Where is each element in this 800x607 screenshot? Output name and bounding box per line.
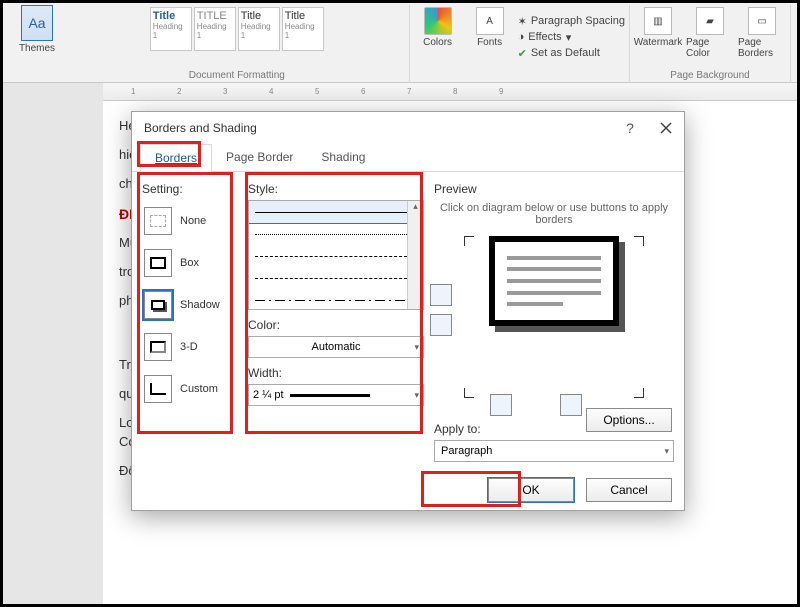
style-gallery-item[interactable]: TitleHeading 1 <box>238 7 280 51</box>
style-dashed-small[interactable] <box>249 245 423 267</box>
style-dash-dot[interactable] <box>249 289 423 310</box>
setting-none[interactable]: None <box>142 200 242 242</box>
watermark-button[interactable]: ▥Watermark <box>634 7 682 67</box>
style-label: Style: <box>248 182 424 196</box>
page-borders-button[interactable]: ▭Page Borders <box>738 7 786 67</box>
watermark-icon: ▥ <box>644 7 672 35</box>
spacing-icon: ✶ <box>518 15 527 28</box>
color-combo[interactable]: Automatic <box>248 336 424 358</box>
border-top-toggle[interactable] <box>430 284 452 306</box>
tab-page-border[interactable]: Page Border <box>212 144 307 171</box>
set-default-button[interactable]: ✔Set as Default <box>518 45 625 61</box>
scrollbar[interactable]: ▴ <box>407 201 423 309</box>
ok-button[interactable]: OK <box>488 478 574 502</box>
box-icon <box>144 249 172 277</box>
preview-label: Preview <box>434 182 674 196</box>
shadow-icon <box>144 291 172 319</box>
border-bottom-toggle[interactable] <box>430 314 452 336</box>
colors-icon <box>424 7 452 35</box>
style-dotted[interactable] <box>249 223 423 245</box>
check-icon: ✔ <box>518 47 527 60</box>
color-label: Color: <box>248 318 424 332</box>
page-color-icon: ▰ <box>696 7 724 35</box>
setting-3d[interactable]: 3-D <box>142 326 242 368</box>
style-gallery-item[interactable]: TITLEHeading 1 <box>194 7 236 51</box>
apply-to-combo[interactable]: Paragraph <box>434 440 674 462</box>
ribbon: Aa Themes TitleHeading 1 TITLEHeading 1 … <box>3 3 797 83</box>
width-line-icon <box>290 394 370 397</box>
options-button[interactable]: Options... <box>586 408 672 432</box>
page-color-button[interactable]: ▰Page Color <box>686 7 734 67</box>
fonts-icon: A <box>476 7 504 35</box>
width-label: Width: <box>248 366 424 380</box>
effects-button[interactable]: ◑Effects▾ <box>518 29 625 45</box>
setting-box[interactable]: Box <box>142 242 242 284</box>
document-gutter <box>3 83 103 604</box>
themes-button[interactable]: Aa Themes <box>13 5 61 65</box>
width-combo[interactable]: 2 ¼ pt <box>248 384 424 406</box>
style-dashed[interactable] <box>249 267 423 289</box>
style-gallery-item[interactable]: TitleHeading 1 <box>282 7 324 51</box>
setting-custom[interactable]: Custom <box>142 368 242 410</box>
border-left-toggle[interactable] <box>490 394 512 416</box>
none-icon <box>144 207 172 235</box>
tab-borders[interactable]: Borders <box>140 144 212 172</box>
page-borders-icon: ▭ <box>748 7 776 35</box>
style-listbox[interactable]: ▴ <box>248 200 424 310</box>
setting-label: Setting: <box>142 182 242 196</box>
cancel-button[interactable]: Cancel <box>586 478 672 502</box>
three-d-icon <box>144 333 172 361</box>
style-gallery-item[interactable]: TitleHeading 1 <box>150 7 192 51</box>
custom-icon <box>144 375 172 403</box>
preview-box <box>489 236 619 326</box>
colors-button[interactable]: Colors <box>414 7 462 67</box>
ruler[interactable]: 123456789 <box>3 83 797 101</box>
close-button[interactable] <box>654 116 678 140</box>
setting-shadow[interactable]: Shadow <box>142 284 242 326</box>
borders-shading-dialog: Borders and Shading ? Borders Page Borde… <box>131 111 685 511</box>
group-label-doc-formatting: Document Formatting <box>189 70 285 81</box>
dialog-title: Borders and Shading <box>144 121 257 135</box>
fonts-button[interactable]: A Fonts <box>466 7 514 67</box>
close-icon <box>660 122 672 134</box>
tab-shading[interactable]: Shading <box>307 144 379 171</box>
effects-icon: ◑ <box>518 31 525 43</box>
paragraph-spacing-button[interactable]: ✶Paragraph Spacing <box>518 13 625 29</box>
style-solid[interactable] <box>249 201 423 223</box>
preview-hint: Click on diagram below or use buttons to… <box>434 202 674 226</box>
border-right-toggle[interactable] <box>560 394 582 416</box>
group-label-page-bg: Page Background <box>670 70 750 81</box>
help-button[interactable]: ? <box>618 116 642 140</box>
